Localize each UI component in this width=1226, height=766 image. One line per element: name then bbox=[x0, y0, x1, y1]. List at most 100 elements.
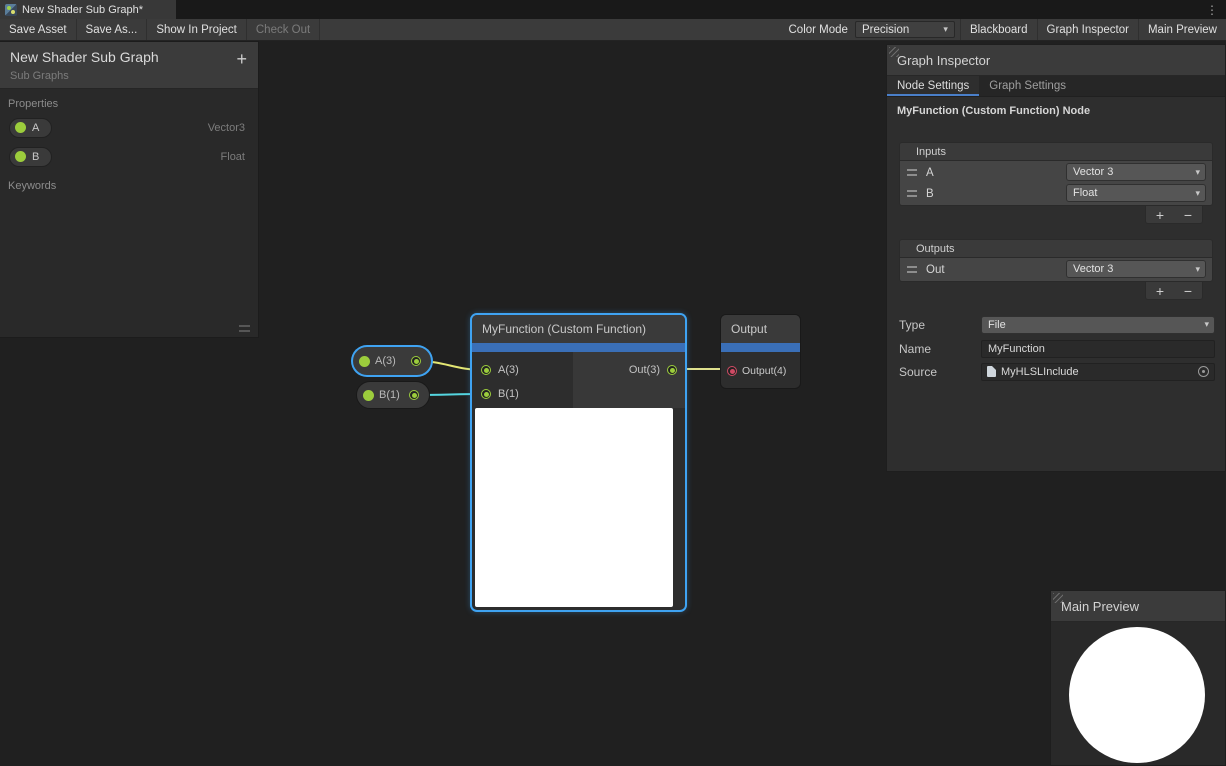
drag-handle-icon[interactable] bbox=[907, 190, 917, 197]
document-tab[interactable]: New Shader Sub Graph* bbox=[0, 0, 176, 19]
property-type: Vector3 bbox=[208, 122, 245, 134]
input-list-row-b[interactable]: B Float ▾ bbox=[903, 183, 1209, 204]
source-label: Source bbox=[899, 365, 981, 379]
property-color-dot bbox=[363, 390, 374, 401]
output-node-input-port[interactable] bbox=[727, 366, 737, 376]
color-mode-label: Color Mode bbox=[782, 19, 855, 40]
custom-function-node[interactable]: MyFunction (Custom Function) A(3) B(1) O… bbox=[471, 314, 686, 611]
property-node-a-label: A(3) bbox=[375, 355, 396, 367]
color-mode-dropdown[interactable]: Precision ▾ bbox=[855, 21, 955, 38]
tab-strip-menu-icon[interactable]: ⋮ bbox=[1201, 0, 1223, 19]
precision-color-strip bbox=[472, 343, 685, 352]
input-type-dropdown[interactable]: Float ▾ bbox=[1066, 184, 1206, 202]
shader-graph-window: New Shader Sub Graph* ⋮ Save Asset Save … bbox=[0, 0, 1226, 766]
remove-input-button[interactable]: − bbox=[1174, 206, 1202, 223]
color-mode-value: Precision bbox=[862, 24, 909, 36]
outputs-list: Outputs Out Vector 3 ▾ bbox=[899, 239, 1213, 282]
input-port-b[interactable] bbox=[481, 389, 491, 399]
precision-color-strip bbox=[721, 343, 800, 352]
input-port-a[interactable] bbox=[481, 365, 491, 375]
input-row-a: A(3) bbox=[472, 358, 573, 382]
input-port-a-label: A(3) bbox=[498, 364, 519, 376]
input-list-row-a[interactable]: A Vector 3 ▾ bbox=[903, 162, 1209, 183]
add-output-button[interactable]: + bbox=[1146, 282, 1174, 299]
output-node[interactable]: Output Output(4) bbox=[720, 314, 801, 389]
output-port-out[interactable] bbox=[667, 365, 677, 375]
inputs-list: Inputs A Vector 3 ▾ B Float ▾ bbox=[899, 142, 1213, 206]
name-input[interactable]: MyFunction bbox=[981, 340, 1215, 358]
blackboard-header: New Shader Sub Graph Sub Graphs + bbox=[0, 42, 258, 89]
type-value: File bbox=[988, 319, 1006, 331]
source-value: MyHLSLInclude bbox=[1001, 366, 1079, 378]
node-output-column: Out(3) bbox=[573, 352, 685, 408]
input-row-name: A bbox=[926, 167, 934, 179]
outputs-list-header: Outputs bbox=[899, 239, 1213, 258]
save-asset-button[interactable]: Save Asset bbox=[0, 19, 77, 40]
property-pill-a[interactable]: A bbox=[9, 118, 52, 138]
document-tab-title: New Shader Sub Graph* bbox=[22, 4, 143, 16]
tab-node-settings[interactable]: Node Settings bbox=[887, 76, 979, 96]
preview-sphere bbox=[1069, 627, 1205, 763]
outputs-list-body: Out Vector 3 ▾ bbox=[899, 258, 1213, 282]
name-field-row: Name MyFunction bbox=[899, 339, 1215, 358]
drag-handle-icon[interactable] bbox=[907, 169, 917, 176]
property-node-b[interactable]: B(1) bbox=[356, 381, 430, 409]
output-row-out: Out(3) bbox=[573, 358, 685, 382]
property-node-a[interactable]: A(3) bbox=[352, 346, 432, 376]
main-preview-panel: Main Preview bbox=[1050, 590, 1226, 766]
source-object-field[interactable]: MyHLSLInclude bbox=[981, 363, 1215, 381]
main-preview-header[interactable]: Main Preview bbox=[1051, 591, 1225, 622]
chevron-down-icon: ▾ bbox=[1195, 188, 1200, 199]
output-type-value: Vector 3 bbox=[1073, 263, 1113, 275]
save-as-button[interactable]: Save As... bbox=[77, 19, 148, 40]
property-type: Float bbox=[221, 151, 245, 163]
input-type-dropdown[interactable]: Vector 3 ▾ bbox=[1066, 163, 1206, 181]
output-row-name: Out bbox=[926, 264, 945, 276]
remove-output-button[interactable]: − bbox=[1174, 282, 1202, 299]
toolbar: Save Asset Save As... Show In Project Ch… bbox=[0, 19, 1226, 41]
type-field-row: Type File▾ bbox=[899, 315, 1215, 334]
drag-handle-icon[interactable] bbox=[907, 266, 917, 273]
property-b-output-port[interactable] bbox=[409, 390, 419, 400]
graph-inspector-toggle-button[interactable]: Graph Inspector bbox=[1037, 19, 1138, 40]
keywords-section-label: Keywords bbox=[8, 180, 250, 192]
output-list-row-out[interactable]: Out Vector 3 ▾ bbox=[903, 259, 1209, 280]
output-node-title: Output bbox=[721, 315, 800, 343]
property-color-dot bbox=[15, 151, 26, 162]
blackboard-property-row[interactable]: A Vector3 bbox=[0, 113, 258, 142]
panel-resize-grip[interactable] bbox=[889, 47, 899, 57]
inputs-list-header: Inputs bbox=[899, 142, 1213, 161]
node-input-column: A(3) B(1) bbox=[472, 352, 573, 408]
chevron-down-icon: ▾ bbox=[1195, 167, 1200, 178]
blackboard-panel: New Shader Sub Graph Sub Graphs + Proper… bbox=[0, 41, 259, 338]
blackboard-resize-grip[interactable] bbox=[239, 325, 250, 332]
output-port-out-label: Out(3) bbox=[629, 364, 660, 376]
blackboard-toggle-button[interactable]: Blackboard bbox=[960, 19, 1037, 40]
property-a-output-port[interactable] bbox=[411, 356, 421, 366]
blackboard-subtitle: Sub Graphs bbox=[10, 70, 248, 82]
inputs-list-footer: + − bbox=[1145, 206, 1203, 224]
main-preview-toggle-button[interactable]: Main Preview bbox=[1138, 19, 1226, 40]
add-input-button[interactable]: + bbox=[1146, 206, 1174, 223]
type-dropdown[interactable]: File▾ bbox=[981, 316, 1215, 334]
tab-graph-settings[interactable]: Graph Settings bbox=[979, 76, 1076, 96]
output-type-dropdown[interactable]: Vector 3 ▾ bbox=[1066, 260, 1206, 278]
show-in-project-button[interactable]: Show In Project bbox=[147, 19, 247, 40]
input-type-value: Float bbox=[1073, 187, 1097, 199]
source-field-row: Source MyHLSLInclude bbox=[899, 362, 1215, 381]
input-row-name: B bbox=[926, 188, 934, 200]
property-node-b-label: B(1) bbox=[379, 389, 400, 401]
blackboard-property-row[interactable]: B Float bbox=[0, 142, 258, 171]
property-pill-b[interactable]: B bbox=[9, 147, 52, 167]
input-row-b: B(1) bbox=[472, 382, 573, 406]
input-type-value: Vector 3 bbox=[1073, 166, 1113, 178]
add-property-icon[interactable]: + bbox=[236, 50, 247, 68]
name-label: Name bbox=[899, 342, 981, 356]
properties-section-label: Properties bbox=[8, 98, 250, 110]
panel-resize-grip[interactable] bbox=[1053, 593, 1063, 603]
graph-inspector-header[interactable]: Graph Inspector bbox=[887, 45, 1225, 76]
chevron-down-icon: ▾ bbox=[1195, 264, 1200, 275]
subgraph-asset-icon bbox=[5, 4, 17, 16]
object-picker-icon[interactable] bbox=[1198, 366, 1209, 377]
inputs-list-body: A Vector 3 ▾ B Float ▾ bbox=[899, 161, 1213, 206]
